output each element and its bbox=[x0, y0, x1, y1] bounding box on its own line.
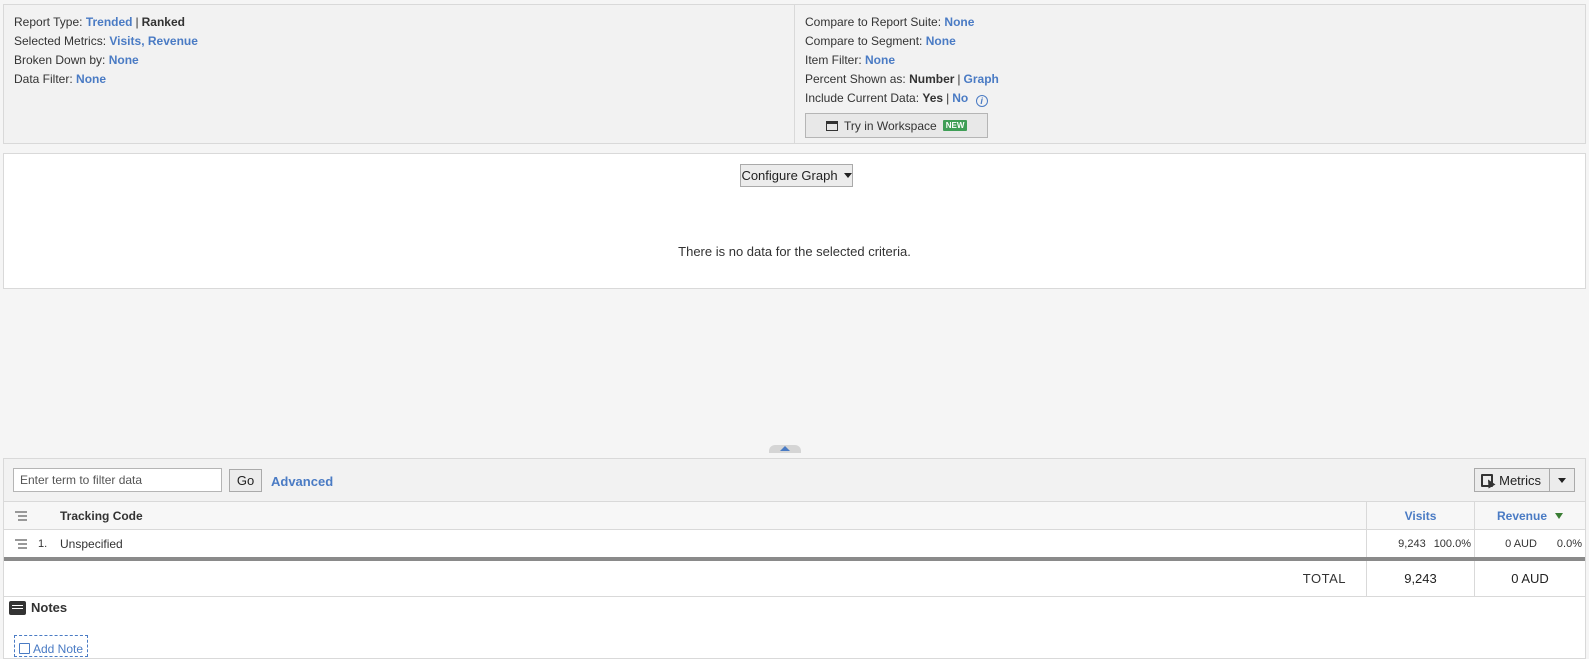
graph-panel: Configure Graph There is no data for the… bbox=[3, 153, 1586, 289]
add-note-button[interactable]: Add Note bbox=[14, 635, 89, 657]
current-data-row: Include Current Data: Yes | No i bbox=[805, 89, 1575, 108]
new-badge: NEW bbox=[942, 120, 968, 131]
row-breakdown-icon-cell bbox=[4, 538, 38, 549]
total-label: TOTAL bbox=[1302, 571, 1346, 586]
compare-suite-link[interactable]: None bbox=[944, 15, 974, 29]
visits-column-header[interactable]: Visits bbox=[1366, 502, 1474, 529]
percent-graph-link[interactable]: Graph bbox=[964, 72, 999, 86]
current-data-no-link[interactable]: No bbox=[952, 91, 968, 105]
report-type-ranked: Ranked bbox=[141, 15, 185, 29]
info-icon[interactable]: i bbox=[975, 95, 988, 107]
total-visits: 9,243 bbox=[1366, 561, 1474, 596]
compare-suite-label: Compare to Report Suite: bbox=[805, 15, 942, 29]
percent-number: Number bbox=[909, 72, 955, 86]
row-index: 1. bbox=[38, 537, 48, 550]
broken-down-link[interactable]: None bbox=[109, 53, 139, 67]
no-data-message: There is no data for the selected criter… bbox=[678, 244, 911, 259]
table-row[interactable]: 1. Unspecified 9,243 100.0% 0 AUD 0.0% bbox=[4, 530, 1585, 561]
table-toolbar: Go Advanced Metrics bbox=[4, 459, 1585, 502]
row-revenue-percent: 0.0% bbox=[1556, 537, 1582, 550]
selected-metrics-row: Selected Metrics: Visits, Revenue bbox=[14, 34, 198, 48]
metrics-button-label: Metrics bbox=[1499, 472, 1541, 488]
go-button[interactable]: Go bbox=[229, 469, 262, 492]
compare-segment-row: Compare to Segment: None bbox=[805, 32, 1575, 51]
chevron-up-icon bbox=[780, 446, 790, 451]
chevron-down-icon bbox=[843, 173, 852, 178]
configure-graph-button[interactable]: Configure Graph bbox=[740, 164, 853, 187]
report-settings-panel: Report Type: Trended | Ranked Selected Met… bbox=[3, 4, 1586, 144]
add-note-label: Add Note bbox=[33, 642, 84, 656]
breakdown-header-icon-cell bbox=[4, 510, 38, 521]
row-visits-percent: 100.0% bbox=[1433, 537, 1471, 550]
compare-suite-row: Compare to Report Suite: None bbox=[805, 13, 1575, 32]
data-filter-label: Data Filter: bbox=[14, 72, 73, 86]
notes-title: Notes bbox=[31, 600, 68, 615]
data-filter-link[interactable]: None bbox=[76, 72, 106, 86]
metric-visits-link[interactable]: Visits bbox=[109, 34, 141, 48]
metrics-dropdown-toggle[interactable] bbox=[1550, 469, 1574, 491]
workspace-button-label: Try in Workspace bbox=[844, 118, 937, 133]
settings-left-column: Report Type: Trended | Ranked Selected Met… bbox=[4, 5, 794, 143]
percent-shown-row: Percent Shown as: Number | Graph bbox=[805, 72, 999, 86]
item-filter-link[interactable]: None bbox=[865, 53, 895, 67]
configure-graph-label: Configure Graph bbox=[741, 168, 838, 183]
compare-segment-link[interactable]: None bbox=[926, 34, 956, 48]
try-in-workspace-button[interactable]: Try in Workspace NEW bbox=[805, 113, 989, 138]
row-visits-value: 9,243 bbox=[1398, 537, 1426, 550]
collapse-graph-handle[interactable] bbox=[769, 445, 801, 453]
dimension-header: Tracking Code bbox=[60, 508, 143, 523]
report-table-area: Go Advanced Metrics Tracking Code Visits… bbox=[3, 458, 1586, 659]
revenue-column-header[interactable]: Revenue bbox=[1474, 502, 1585, 529]
sort-desc-icon bbox=[1555, 512, 1564, 519]
data-filter-row: Data Filter: None bbox=[14, 70, 784, 89]
percent-shown-label: Percent Shown as: bbox=[805, 72, 906, 86]
item-filter-row: Item Filter: None bbox=[805, 51, 1575, 70]
breakdown-tree-icon[interactable] bbox=[15, 538, 27, 549]
chevron-down-icon bbox=[1558, 477, 1566, 483]
broken-down-label: Broken Down by: bbox=[14, 53, 106, 67]
total-row: TOTAL 9,243 0 AUD bbox=[4, 561, 1585, 597]
breakdown-tree-icon[interactable] bbox=[15, 510, 27, 521]
settings-right-column: Compare to Report Suite: None Compare to… bbox=[794, 5, 1585, 143]
report-type-row: Report Type: Trended | Ranked bbox=[14, 15, 185, 29]
metrics-button-main[interactable]: Metrics bbox=[1475, 469, 1550, 491]
select-cursor-icon bbox=[1481, 473, 1494, 487]
metric-revenue-link[interactable]: Revenue bbox=[148, 34, 198, 48]
row-name: Unspecified bbox=[60, 536, 123, 551]
filter-input[interactable] bbox=[13, 468, 222, 492]
workspace-icon bbox=[826, 120, 838, 131]
table-header-row: Tracking Code Visits Revenue bbox=[4, 502, 1585, 530]
metrics-button[interactable]: Metrics bbox=[1474, 468, 1575, 492]
current-data-yes: Yes bbox=[922, 91, 944, 105]
broken-down-row: Broken Down by: None bbox=[14, 51, 784, 70]
revenue-header-label[interactable]: Revenue bbox=[1497, 509, 1547, 523]
report-type-trended-link[interactable]: Trended bbox=[86, 15, 133, 29]
row-revenue-value: 0 AUD bbox=[1505, 537, 1537, 550]
notes-icon bbox=[9, 600, 26, 615]
report-type-label: Report Type: bbox=[14, 15, 83, 29]
item-filter-label: Item Filter: bbox=[805, 53, 862, 67]
total-revenue: 0 AUD bbox=[1474, 561, 1585, 596]
selected-metrics-label: Selected Metrics: bbox=[14, 34, 107, 48]
notes-header: Notes bbox=[4, 597, 1585, 618]
current-data-label: Include Current Data: bbox=[805, 91, 920, 105]
compare-segment-label: Compare to Segment: bbox=[805, 34, 923, 48]
advanced-link[interactable]: Advanced bbox=[271, 474, 333, 489]
row-revenue-cell: 0 AUD 0.0% bbox=[1474, 530, 1585, 557]
row-visits-cell: 9,243 100.0% bbox=[1366, 530, 1474, 557]
note-icon bbox=[19, 643, 30, 654]
